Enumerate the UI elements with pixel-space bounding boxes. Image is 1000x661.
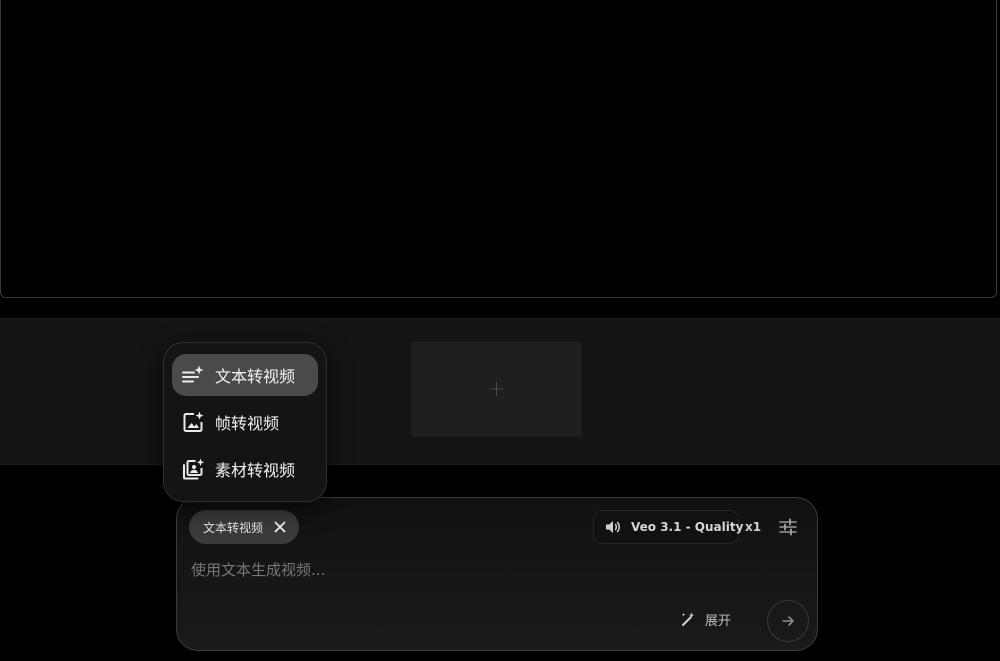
plus-icon: + [487,377,506,402]
mode-item-assets-to-video[interactable]: 素材转视频 [172,448,318,490]
prompt-composer: 文本转视频 Veo 3.1 - Quality x1 使用文本生成视频... 展… [176,497,818,651]
arrow-right-icon [780,613,796,629]
prompt-input[interactable] [191,558,751,582]
close-icon[interactable] [273,520,287,534]
expand-button[interactable]: 展开 [680,608,731,630]
generation-mode-menu: 文本转视频 帧转视频 素材转视频 [163,342,327,502]
mode-chip-label: 文本转视频 [203,520,264,535]
mode-item-label: 帧转视频 [215,414,280,433]
mode-item-text-to-video[interactable]: 文本转视频 [172,354,318,396]
app-root: + 文本转视频 帧转视频 素材转视频 文本转视频 Veo 3.1 - Quali… [0,0,1000,661]
assets-sparkle-icon [181,457,205,481]
selected-mode-chip[interactable]: 文本转视频 [189,510,299,544]
model-label: Veo 3.1 - Quality [631,520,744,534]
mode-item-label: 文本转视频 [215,367,296,386]
mode-item-frames-to-video[interactable]: 帧转视频 [172,401,318,443]
image-sparkle-icon [181,410,205,434]
send-button[interactable] [767,600,809,642]
settings-sliders-icon[interactable] [778,517,798,537]
timeline-strip: + [0,318,1000,465]
video-preview-panel [0,0,997,298]
magic-wand-icon [680,611,696,627]
text-sparkle-icon [181,363,205,387]
volume-icon [604,518,622,536]
add-clip-button[interactable]: + [411,342,582,437]
model-selector[interactable]: Veo 3.1 - Quality [593,510,743,544]
output-count[interactable]: x1 [745,520,761,534]
mode-item-label: 素材转视频 [215,461,296,480]
expand-label: 展开 [705,613,732,629]
